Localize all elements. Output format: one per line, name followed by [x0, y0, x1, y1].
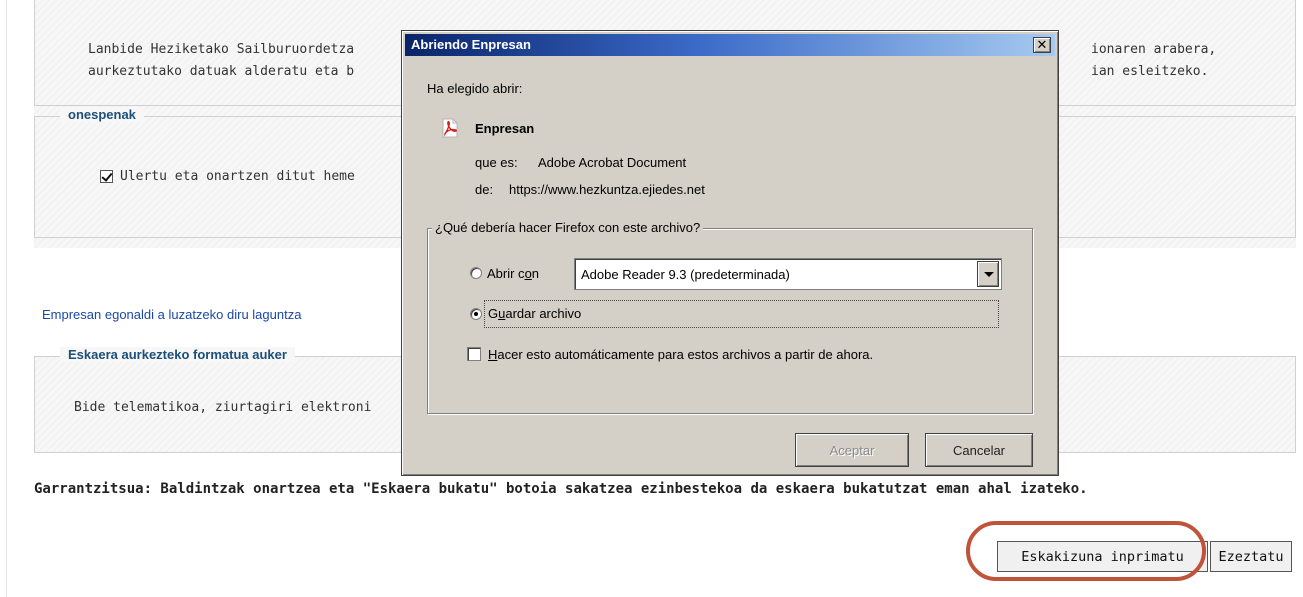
- cancel-request-button[interactable]: Ezeztatu: [1210, 541, 1292, 572]
- onespenak-label: Ulertu eta onartzen ditut heme: [120, 169, 355, 184]
- file-type-label: que es:: [475, 155, 518, 170]
- important-note: Garrantzitsua: Baldintzak onartzea eta "…: [34, 481, 1088, 497]
- file-name: Enpresan: [475, 121, 535, 136]
- dialog-title: Abriendo Enpresan: [411, 37, 531, 52]
- save-file-label[interactable]: Guardar archivo: [488, 306, 581, 321]
- dialog-titlebar[interactable]: Abriendo Enpresan ✕: [405, 34, 1055, 56]
- intro-line-1-right: ionaren arabera,: [1091, 42, 1217, 57]
- open-with-radio[interactable]: [470, 267, 482, 279]
- pdf-icon: [442, 118, 458, 138]
- format-legend: Eskaera aurkezteko formatua auker: [60, 347, 295, 362]
- format-text: Bide telematikoa, ziurtagiri elektroni: [74, 400, 372, 415]
- onespenak-legend: onespenak: [60, 107, 144, 122]
- onespenak-checkbox[interactable]: [100, 170, 113, 183]
- auto-action-label[interactable]: Hacer esto automáticamente para estos ar…: [488, 347, 873, 362]
- action-question: ¿Qué debería hacer Firefox con este arch…: [432, 220, 704, 235]
- intro-line-2-left: aurkeztutako datuak alderatu eta b: [88, 64, 355, 79]
- open-with-app-value: Adobe Reader 9.3 (predeterminada): [581, 267, 790, 282]
- cancel-button[interactable]: Cancelar: [925, 433, 1033, 467]
- open-with-label[interactable]: Abrir con: [487, 266, 539, 281]
- open-with-app-select[interactable]: Adobe Reader 9.3 (predeterminada): [574, 258, 1002, 290]
- auto-action-checkbox[interactable]: [467, 347, 481, 361]
- intro-line-1-left: Lanbide Heziketako Sailburuordetza: [88, 42, 355, 57]
- highlight-annotation: [966, 521, 1206, 581]
- file-type-value: Adobe Acrobat Document: [538, 155, 687, 170]
- page-left-rule: [6, 0, 7, 597]
- chevron-down-icon[interactable]: [977, 261, 999, 287]
- intro-line-2-right: ian esleitzeko.: [1091, 64, 1209, 79]
- save-file-radio[interactable]: [470, 308, 482, 320]
- file-source-value: https://www.hezkuntza.ejiedes.net: [509, 182, 705, 197]
- accept-button[interactable]: Aceptar: [795, 433, 909, 467]
- file-source-label: de:: [475, 182, 494, 197]
- diru-laguntza-link[interactable]: Empresan egonaldi a luzatzeko diru lagun…: [42, 307, 301, 322]
- chosen-open-label: Ha elegido abrir:: [427, 81, 523, 96]
- close-icon[interactable]: ✕: [1033, 37, 1051, 53]
